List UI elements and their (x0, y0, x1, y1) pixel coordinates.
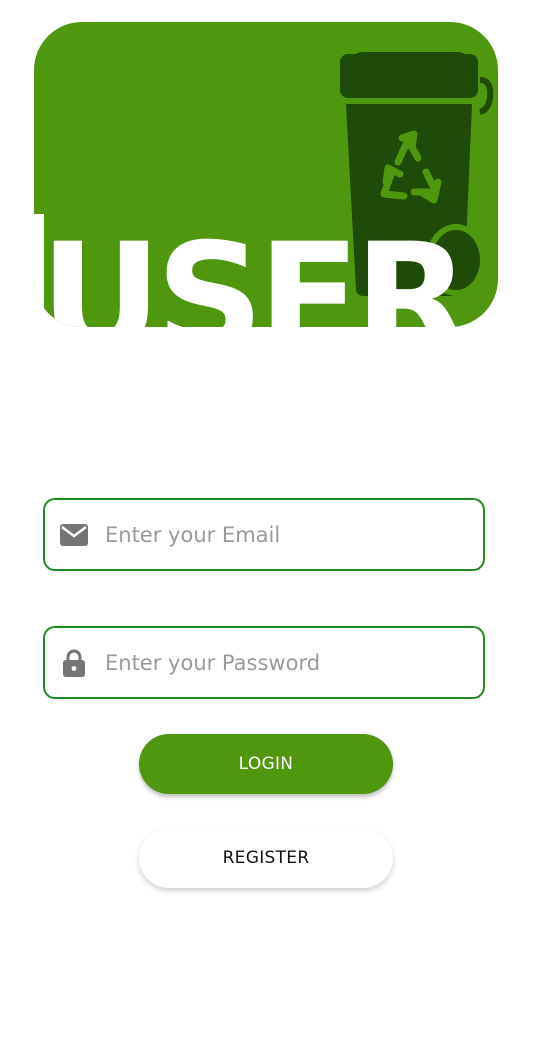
login-button[interactable]: LOGIN (139, 734, 393, 794)
recycle-bin-logo: USER (34, 22, 498, 327)
password-input[interactable] (105, 642, 483, 683)
email-field[interactable] (43, 498, 485, 571)
logo-text: USER (40, 212, 467, 327)
email-input[interactable] (105, 514, 483, 555)
user-banner-logo: USER (34, 22, 498, 327)
lock-icon (59, 648, 89, 678)
password-field[interactable] (43, 626, 485, 699)
mail-icon (59, 520, 89, 550)
register-button[interactable]: REGISTER (139, 828, 393, 888)
